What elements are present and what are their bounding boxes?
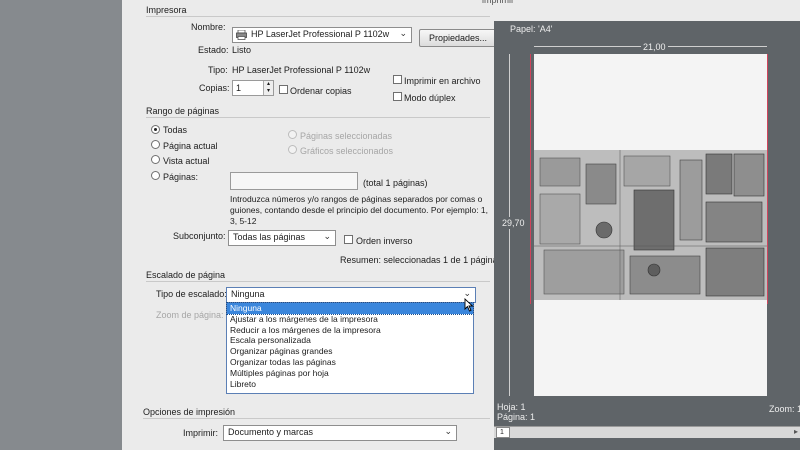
- sheet-label: Hoja: 1: [497, 402, 526, 412]
- stepper-arrows-icon[interactable]: ▴ ▾: [263, 81, 273, 95]
- radio-pages-label: Páginas:: [163, 172, 199, 182]
- zoom-label: Zoom: 1: [769, 404, 800, 414]
- section-divider: [146, 16, 490, 17]
- status-value: Listo: [232, 45, 252, 55]
- range-section-title: Rango de páginas: [146, 106, 220, 116]
- paper-size-label: Papel: 'A4': [510, 24, 553, 34]
- radio-current-view[interactable]: [151, 155, 160, 164]
- subset-select-value: Todas las páginas: [233, 232, 306, 242]
- printer-icon: [236, 29, 247, 40]
- print-options-section-title: Opciones de impresión: [143, 407, 236, 417]
- scaling-type-value: Ninguna: [231, 289, 265, 299]
- margin-line: [530, 54, 531, 304]
- page-slider[interactable]: 1 ▸: [494, 426, 800, 438]
- print-to-file-checkbox[interactable]: [393, 75, 402, 84]
- pages-input[interactable]: [230, 172, 358, 190]
- chevron-down-icon: ⌄: [323, 231, 331, 241]
- status-label: Estado:: [198, 45, 229, 55]
- scaling-option-none[interactable]: Ninguna: [226, 302, 474, 315]
- radio-current-page-label: Página actual: [163, 141, 218, 151]
- chevron-down-icon: ⌄: [399, 28, 407, 38]
- scaling-option-tile-all[interactable]: Organizar todas las páginas: [227, 357, 473, 368]
- type-value: HP LaserJet Professional P 1102w: [232, 65, 371, 75]
- scaling-option-booklet[interactable]: Libreto: [227, 379, 473, 390]
- radio-selected-pages-label: Páginas seleccionadas: [300, 131, 393, 141]
- print-what-label: Imprimir:: [183, 428, 218, 438]
- scaling-type-select[interactable]: Ninguna ⌄: [226, 287, 476, 303]
- paper-height: 29,70: [502, 217, 525, 229]
- radio-selected-graphics[interactable]: [288, 145, 297, 154]
- section-divider: [146, 117, 490, 118]
- dialog-title: imprimir: [482, 0, 514, 5]
- radio-pages[interactable]: [151, 171, 160, 180]
- page-field[interactable]: 1: [496, 427, 510, 438]
- slider-arrow-icon[interactable]: ▸: [794, 427, 798, 436]
- preview-image: [534, 150, 767, 300]
- reverse-order-label: Orden inverso: [356, 236, 413, 246]
- scaling-option-fit[interactable]: Ajustar a los márgenes de la impresora: [227, 314, 473, 325]
- properties-button[interactable]: Propiedades...: [419, 29, 497, 47]
- copies-value: 1: [236, 83, 242, 93]
- radio-all[interactable]: [151, 125, 160, 134]
- paper-width: 21,00: [641, 42, 668, 52]
- section-divider: [146, 281, 490, 282]
- radio-current-view-label: Vista actual: [163, 156, 210, 166]
- scaling-option-multiple[interactable]: Múltiples páginas por hoja: [227, 368, 473, 379]
- pages-total: (total 1 páginas): [363, 178, 428, 188]
- printer-select-value: HP LaserJet Professional P 1102w: [251, 29, 390, 39]
- type-label: Tipo:: [208, 65, 228, 75]
- chevron-down-icon: ⌄: [444, 426, 452, 436]
- collate-label: Ordenar copias: [290, 86, 352, 96]
- scaling-option-tile-large[interactable]: Organizar páginas grandes: [227, 346, 473, 357]
- reverse-order-checkbox[interactable]: [344, 235, 353, 244]
- print-to-file-label: Imprimir en archivo: [404, 76, 481, 86]
- collate-checkbox[interactable]: [279, 85, 288, 94]
- duplex-label: Modo dúplex: [404, 93, 456, 103]
- radio-current-page[interactable]: [151, 140, 160, 149]
- radio-selected-pages[interactable]: [288, 130, 297, 139]
- duplex-checkbox[interactable]: [393, 92, 402, 101]
- printer-name-label: Nombre:: [191, 22, 226, 32]
- background-desktop: [0, 0, 122, 450]
- subset-label: Subconjunto:: [173, 231, 226, 241]
- copies-stepper[interactable]: 1 ▴ ▾: [232, 80, 274, 96]
- radio-selected-graphics-label: Gráficos seleccionados: [300, 146, 394, 156]
- subset-select[interactable]: Todas las páginas ⌄: [228, 230, 336, 246]
- print-what-value: Documento y marcas: [228, 427, 314, 437]
- page-zoom-label: Zoom de página:: [156, 310, 224, 320]
- scaling-option-shrink[interactable]: Reducir a los márgenes de la impresora: [227, 325, 473, 336]
- scaling-section-title: Escalado de página: [146, 270, 226, 280]
- scaling-option-custom[interactable]: Escala personalizada: [227, 335, 473, 346]
- page-label: Página: 1: [497, 412, 536, 422]
- margin-line: [767, 54, 768, 304]
- section-divider: [143, 418, 490, 419]
- copies-label: Copias:: [199, 83, 230, 93]
- scaling-type-label: Tipo de escalado:: [156, 289, 227, 299]
- pages-help-text: Introduzca números y/o rangos de páginas…: [230, 194, 489, 226]
- radio-all-label: Todas: [163, 125, 188, 135]
- mouse-cursor-icon: [464, 297, 474, 314]
- printer-section-title: Impresora: [146, 5, 187, 15]
- printer-select[interactable]: HP LaserJet Professional P 1102w ⌄: [232, 27, 412, 43]
- print-what-select[interactable]: Documento y marcas ⌄: [223, 425, 457, 441]
- scaling-dropdown-list: Ninguna Ajustar a los márgenes de la imp…: [226, 302, 474, 394]
- range-summary: Resumen: seleccionadas 1 de 1 páginas: [340, 255, 503, 265]
